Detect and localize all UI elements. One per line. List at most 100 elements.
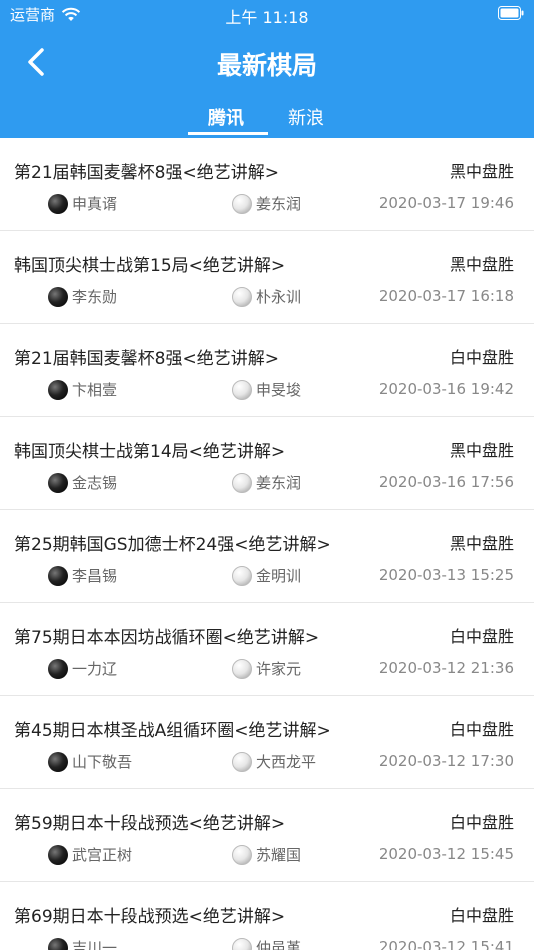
game-date: 2020-03-16 19:42 (378, 380, 514, 398)
game-title: 第25期韩国GS加德士杯24强<绝艺讲解> (14, 535, 331, 555)
white-player-name: 仲邑堇 (256, 939, 302, 950)
white-player-name: 苏耀国 (256, 846, 302, 864)
black-stone-icon (48, 193, 68, 214)
game-result: 黑中盘胜 (449, 441, 514, 460)
black-stone-icon (48, 565, 68, 586)
white-player: 大西龙平 (232, 751, 316, 772)
black-player: 申真谞 (48, 193, 117, 214)
white-player: 姜东润 (232, 472, 301, 493)
black-player-name: 金志锡 (72, 474, 118, 492)
black-player: 一力辽 (48, 658, 117, 679)
black-player-name: 申真谞 (72, 195, 118, 213)
game-list-item[interactable]: 第69期日本十段战预选<绝艺讲解> 白中盘胜 吉川一 仲邑堇 2020-03-1… (0, 882, 534, 950)
white-player-name: 金明训 (256, 567, 302, 585)
black-stone-icon (48, 844, 68, 865)
status-bar: 运营商 上午 11:18 (0, 0, 534, 28)
white-stone-icon (232, 379, 252, 400)
game-date: 2020-03-12 15:45 (378, 845, 514, 863)
black-player-name: 武宫正树 (72, 846, 133, 864)
game-list-item[interactable]: 第21届韩国麦馨杯8强<绝艺讲解> 白中盘胜 卞相壹 申旻埈 2020-03-1… (0, 324, 534, 417)
page-title: 最新棋局 (216, 51, 317, 80)
game-result: 黑中盘胜 (449, 162, 514, 181)
white-stone-icon (232, 844, 252, 865)
game-result: 白中盘胜 (449, 627, 514, 646)
active-tab-indicator (188, 132, 268, 135)
black-player-name: 山下敬吾 (72, 753, 133, 771)
game-list-item[interactable]: 韩国顶尖棋士战第15局<绝艺讲解> 黑中盘胜 李东勋 朴永训 2020-03-1… (0, 231, 534, 324)
game-date: 2020-03-12 15:41 (378, 938, 514, 950)
black-stone-icon (48, 472, 68, 493)
white-stone-icon (232, 751, 252, 772)
white-player-name: 朴永训 (256, 288, 302, 306)
white-player-name: 许家元 (256, 660, 302, 678)
game-title: 第21届韩国麦馨杯8强<绝艺讲解> (14, 163, 279, 183)
black-stone-icon (48, 286, 68, 307)
game-list-item[interactable]: 第75期日本本因坊战循环圈<绝艺讲解> 白中盘胜 一力辽 许家元 2020-03… (0, 603, 534, 696)
tab-tencent[interactable]: 腾讯 (208, 104, 244, 130)
game-date: 2020-03-16 17:56 (378, 473, 514, 491)
black-stone-icon (48, 751, 68, 772)
white-player: 申旻埈 (232, 379, 301, 400)
black-player: 金志锡 (48, 472, 117, 493)
game-list-item[interactable]: 韩国顶尖棋士战第14局<绝艺讲解> 黑中盘胜 金志锡 姜东润 2020-03-1… (0, 417, 534, 510)
game-title: 第45期日本棋圣战A组循环圈<绝艺讲解> (14, 721, 331, 741)
app-header: 运营商 上午 11:18 最新棋局 腾讯 新浪 (0, 0, 534, 138)
game-title: 第59期日本十段战预选<绝艺讲解> (14, 814, 286, 834)
battery-icon (498, 6, 524, 20)
game-date: 2020-03-17 19:46 (378, 194, 514, 212)
black-stone-icon (48, 937, 68, 950)
game-result: 白中盘胜 (449, 813, 514, 832)
game-list-item[interactable]: 第21届韩国麦馨杯8强<绝艺讲解> 黑中盘胜 申真谞 姜东润 2020-03-1… (0, 138, 534, 231)
white-player-name: 申旻埈 (256, 381, 302, 399)
white-player-name: 大西龙平 (256, 753, 317, 771)
game-date: 2020-03-12 21:36 (378, 659, 514, 677)
black-player-name: 卞相壹 (72, 381, 118, 399)
black-player: 武宫正树 (48, 844, 132, 865)
black-player-name: 吉川一 (72, 939, 118, 950)
white-player: 许家元 (232, 658, 301, 679)
game-result: 白中盘胜 (449, 348, 514, 367)
white-player-name: 姜东润 (256, 474, 302, 492)
white-player: 金明训 (232, 565, 301, 586)
black-player: 山下敬吾 (48, 751, 132, 772)
white-stone-icon (232, 658, 252, 679)
game-title: 韩国顶尖棋士战第15局<绝艺讲解> (14, 256, 286, 276)
tab-sina[interactable]: 新浪 (288, 104, 324, 130)
game-result: 白中盘胜 (449, 906, 514, 925)
black-stone-icon (48, 658, 68, 679)
white-stone-icon (232, 286, 252, 307)
nav-bar: 最新棋局 (0, 28, 534, 96)
black-stone-icon (48, 379, 68, 400)
game-result: 白中盘胜 (449, 720, 514, 739)
black-player: 吉川一 (48, 937, 117, 950)
status-time: 上午 11:18 (225, 8, 309, 27)
black-player-name: 一力辽 (72, 660, 118, 678)
game-result: 黑中盘胜 (449, 534, 514, 553)
game-title: 第21届韩国麦馨杯8强<绝艺讲解> (14, 349, 279, 369)
white-player: 姜东润 (232, 193, 301, 214)
white-stone-icon (232, 193, 252, 214)
game-list-item[interactable]: 第59期日本十段战预选<绝艺讲解> 白中盘胜 武宫正树 苏耀国 2020-03-… (0, 789, 534, 882)
game-list-item[interactable]: 第45期日本棋圣战A组循环圈<绝艺讲解> 白中盘胜 山下敬吾 大西龙平 2020… (0, 696, 534, 789)
game-list: 第21届韩国麦馨杯8强<绝艺讲解> 黑中盘胜 申真谞 姜东润 2020-03-1… (0, 138, 534, 950)
source-tabs: 腾讯 新浪 (0, 98, 534, 138)
black-player: 卞相壹 (48, 379, 117, 400)
game-result: 黑中盘胜 (449, 255, 514, 274)
white-player-name: 姜东润 (256, 195, 302, 213)
game-date: 2020-03-17 16:18 (378, 287, 514, 305)
game-list-item[interactable]: 第25期韩国GS加德士杯24强<绝艺讲解> 黑中盘胜 李昌锡 金明训 2020-… (0, 510, 534, 603)
white-player: 苏耀国 (232, 844, 301, 865)
black-player-name: 李东勋 (72, 288, 118, 306)
white-player: 仲邑堇 (232, 937, 301, 950)
game-date: 2020-03-13 15:25 (378, 566, 514, 584)
game-date: 2020-03-12 17:30 (378, 752, 514, 770)
white-stone-icon (232, 472, 252, 493)
game-title: 韩国顶尖棋士战第14局<绝艺讲解> (14, 442, 286, 462)
game-title: 第69期日本十段战预选<绝艺讲解> (14, 907, 286, 927)
white-stone-icon (232, 565, 252, 586)
white-player: 朴永训 (232, 286, 301, 307)
black-player-name: 李昌锡 (72, 567, 118, 585)
white-stone-icon (232, 937, 252, 950)
black-player: 李昌锡 (48, 565, 117, 586)
black-player: 李东勋 (48, 286, 117, 307)
